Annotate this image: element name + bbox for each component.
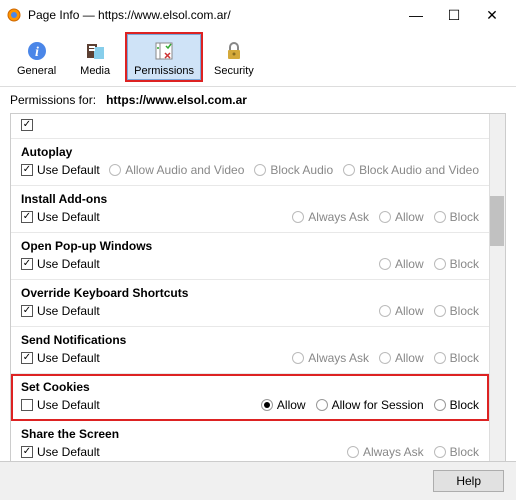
use-default-label: Use Default: [37, 257, 100, 271]
tab-general[interactable]: i General: [10, 34, 63, 80]
permissions-panel: x Autoplay Use Default Allow Audio and V…: [10, 113, 506, 491]
tab-security[interactable]: Security: [207, 34, 261, 80]
media-icon: [83, 39, 107, 63]
use-default-checkbox[interactable]: [21, 258, 33, 270]
app-icon: [6, 7, 22, 23]
scrollbar-thumb[interactable]: [490, 196, 504, 246]
footer: Help: [0, 461, 516, 500]
minimize-button[interactable]: —: [406, 5, 426, 25]
section-title: Set Cookies: [21, 380, 479, 394]
radio-option[interactable]: Block: [434, 304, 479, 318]
use-default-checkbox[interactable]: [21, 399, 33, 411]
section-title: Open Pop-up Windows: [21, 239, 479, 253]
radio-option[interactable]: Block Audio and Video: [343, 163, 479, 177]
section-install-addons: Install Add-ons Use Default Always Ask A…: [11, 186, 489, 233]
radio-option[interactable]: Always Ask: [292, 210, 369, 224]
radio-option[interactable]: Allow: [379, 351, 424, 365]
use-default-label: Use Default: [37, 304, 100, 318]
use-default-checkbox[interactable]: [21, 305, 33, 317]
window-controls: — ☐ ✕: [406, 5, 510, 25]
use-default-label: Use Default: [37, 398, 100, 412]
tab-media-label: Media: [80, 65, 110, 77]
section-title: Override Keyboard Shortcuts: [21, 286, 479, 300]
section-title: Send Notifications: [21, 333, 479, 347]
use-default-checkbox[interactable]: [21, 119, 33, 131]
use-default-label: Use Default: [37, 351, 100, 365]
radio-option-allow[interactable]: Allow: [261, 398, 306, 412]
help-button[interactable]: Help: [433, 470, 504, 492]
titlebar: Page Info — https://www.elsol.com.ar/ — …: [0, 0, 516, 30]
radio-option[interactable]: Block: [434, 257, 479, 271]
radio-option[interactable]: Block Audio: [254, 163, 333, 177]
tab-media[interactable]: Media: [69, 34, 121, 80]
section-title: Install Add-ons: [21, 192, 479, 206]
permissions-icon: [152, 39, 176, 63]
radio-option[interactable]: Always Ask: [292, 351, 369, 365]
use-default-checkbox[interactable]: [21, 352, 33, 364]
permissions-for-line: Permissions for: https://www.elsol.com.a…: [0, 87, 516, 113]
section-popup: Open Pop-up Windows Use Default Allow Bl…: [11, 233, 489, 280]
radio-option[interactable]: Block: [434, 351, 479, 365]
tab-general-label: General: [17, 65, 56, 77]
radio-option[interactable]: Block: [434, 210, 479, 224]
tab-permissions-label: Permissions: [134, 65, 194, 77]
section-override-shortcuts: Override Keyboard Shortcuts Use Default …: [11, 280, 489, 327]
use-default-checkbox[interactable]: [21, 211, 33, 223]
info-icon: i: [25, 39, 49, 63]
toolbar: i General Media Permissions Security: [0, 30, 516, 87]
use-default-checkbox[interactable]: [21, 164, 33, 176]
radio-option-block[interactable]: Block: [434, 398, 479, 412]
svg-text:i: i: [35, 45, 39, 60]
section-send-notifications: Send Notifications Use Default Always As…: [11, 327, 489, 374]
use-default-checkbox[interactable]: [21, 446, 33, 458]
maximize-button[interactable]: ☐: [444, 5, 464, 25]
scrollbar[interactable]: [489, 114, 505, 490]
radio-option-allow-session[interactable]: Allow for Session: [316, 398, 424, 412]
section-autoplay: Autoplay Use Default Allow Audio and Vid…: [11, 139, 489, 186]
permissions-for-url: https://www.elsol.com.ar: [106, 93, 247, 107]
section-title: Share the Screen: [21, 427, 479, 441]
use-default-label: Use Default: [37, 445, 100, 459]
section-title: Autoplay: [21, 145, 479, 159]
radio-option[interactable]: Allow: [379, 210, 424, 224]
tab-permissions[interactable]: Permissions: [127, 34, 201, 80]
use-default-label: Use Default: [37, 210, 100, 224]
radio-option[interactable]: Allow: [379, 257, 424, 271]
lock-icon: [222, 39, 246, 63]
window-title: Page Info — https://www.elsol.com.ar/: [28, 8, 406, 22]
permissions-scroll: x Autoplay Use Default Allow Audio and V…: [11, 114, 505, 490]
tab-security-label: Security: [214, 65, 254, 77]
truncated-section: x: [11, 114, 489, 139]
radio-option[interactable]: Allow Audio and Video: [109, 163, 244, 177]
radio-option[interactable]: Block: [434, 445, 479, 459]
use-default-label: Use Default: [37, 163, 100, 177]
radio-option[interactable]: Always Ask: [347, 445, 424, 459]
section-set-cookies: Set Cookies Use Default Allow Allow for …: [11, 374, 489, 421]
permissions-for-label: Permissions for:: [10, 93, 96, 107]
close-button[interactable]: ✕: [482, 5, 502, 25]
radio-option[interactable]: Allow: [379, 304, 424, 318]
